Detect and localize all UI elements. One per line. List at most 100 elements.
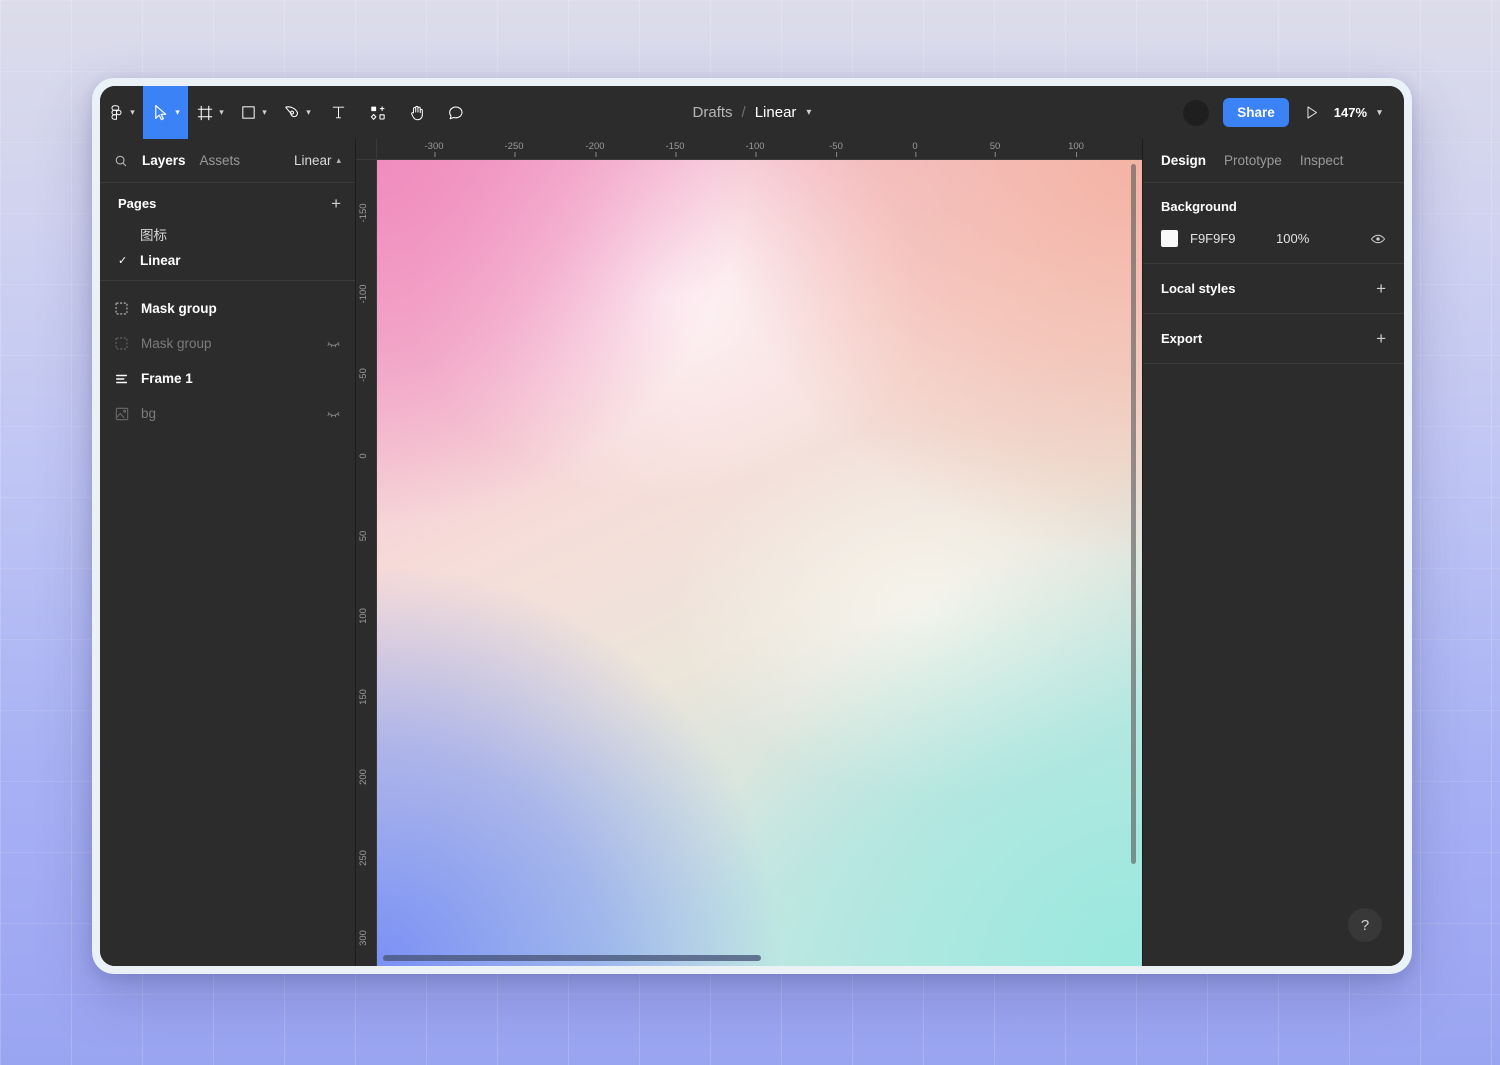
ruler-tick: 300 bbox=[356, 930, 369, 946]
canvas-row: -150 -100 -50 0 50 100 150 200 250 300 bbox=[356, 160, 1142, 966]
layer-label: Frame 1 bbox=[141, 371, 193, 386]
figma-menu-icon bbox=[108, 104, 125, 121]
left-sidebar: Layers Assets Linear ▴ Pages + bbox=[100, 139, 356, 966]
hand-tool-button[interactable] bbox=[397, 86, 436, 139]
right-panel-tabs: Design Prototype Inspect bbox=[1143, 139, 1404, 183]
background-header: Background bbox=[1161, 199, 1386, 214]
move-tool-button[interactable]: ▾ bbox=[143, 86, 188, 139]
page-selector[interactable]: Linear ▴ bbox=[294, 153, 341, 168]
page-row-linear[interactable]: ✓ Linear bbox=[100, 247, 355, 274]
figma-app-window: ▾ ▾ bbox=[100, 86, 1404, 966]
tool-group: ▾ ▾ bbox=[100, 86, 475, 139]
tab-design[interactable]: Design bbox=[1161, 153, 1206, 168]
text-tool-icon bbox=[330, 104, 347, 121]
breadcrumb-current-file[interactable]: Linear bbox=[755, 104, 797, 121]
mask-group-icon bbox=[115, 337, 137, 350]
chevron-down-icon: ▾ bbox=[214, 107, 228, 118]
gradient-artboard[interactable] bbox=[377, 160, 1142, 966]
ruler-tick: 150 bbox=[356, 689, 369, 705]
horizontal-scrollbar[interactable] bbox=[383, 955, 761, 961]
layer-row[interactable]: Mask group bbox=[100, 326, 355, 361]
toolbar-right-cluster: Share 147% ▾ bbox=[1183, 86, 1404, 139]
background-title: Background bbox=[1161, 199, 1237, 214]
chevron-down-icon: ▾ bbox=[301, 107, 315, 118]
layer-row[interactable]: bg bbox=[100, 396, 355, 431]
window-frame: ▾ ▾ bbox=[92, 78, 1412, 974]
desktop-background: ▾ ▾ bbox=[0, 0, 1500, 1065]
color-swatch[interactable] bbox=[1161, 230, 1178, 247]
background-opacity-value[interactable]: 100% bbox=[1276, 231, 1309, 246]
add-export-button[interactable]: + bbox=[1376, 330, 1386, 347]
check-icon: ✓ bbox=[118, 254, 140, 267]
chevron-down-icon[interactable]: ▾ bbox=[806, 107, 811, 118]
ruler-tick: -50 bbox=[829, 139, 843, 152]
ruler-tick: 50 bbox=[990, 139, 1001, 152]
ruler-tick: -200 bbox=[585, 139, 604, 152]
layer-row[interactable]: Mask group bbox=[100, 291, 355, 326]
local-styles-title: Local styles bbox=[1161, 281, 1235, 296]
avatar[interactable] bbox=[1183, 100, 1209, 126]
top-toolbar: ▾ ▾ bbox=[100, 86, 1404, 139]
ruler-tick: -150 bbox=[665, 139, 684, 152]
eye-open-icon[interactable] bbox=[1370, 231, 1386, 247]
layers-list: Mask group Mask group bbox=[100, 281, 355, 431]
shape-tool-button[interactable]: ▾ bbox=[232, 86, 275, 139]
page-row-icons[interactable]: 图标 bbox=[100, 220, 355, 247]
ruler-tick: 50 bbox=[356, 531, 369, 542]
frame-tool-icon bbox=[196, 104, 214, 122]
zoom-control[interactable]: 147% ▾ bbox=[1334, 105, 1386, 120]
ruler-tick: 0 bbox=[356, 453, 369, 458]
page-selector-label: Linear bbox=[294, 153, 332, 168]
pen-tool-button[interactable]: ▾ bbox=[275, 86, 319, 139]
left-panel-tabs: Layers Assets Linear ▴ bbox=[100, 139, 355, 183]
export-header: Export + bbox=[1161, 330, 1386, 347]
tab-layers[interactable]: Layers bbox=[142, 153, 186, 168]
shape-tool-icon bbox=[240, 104, 257, 121]
image-icon bbox=[115, 407, 137, 421]
components-tool-button[interactable] bbox=[358, 86, 397, 139]
background-hex-value[interactable]: F9F9F9 bbox=[1190, 231, 1276, 246]
figma-menu-button[interactable]: ▾ bbox=[100, 86, 143, 139]
eye-closed-icon[interactable] bbox=[326, 406, 341, 421]
ruler-tick: -150 bbox=[356, 203, 369, 222]
chevron-down-icon: ▾ bbox=[257, 107, 271, 118]
tab-prototype[interactable]: Prototype bbox=[1224, 153, 1282, 168]
frame-tool-button[interactable]: ▾ bbox=[188, 86, 232, 139]
present-button[interactable] bbox=[1303, 104, 1320, 121]
vertical-ruler[interactable]: -150 -100 -50 0 50 100 150 200 250 300 bbox=[356, 160, 377, 966]
comment-tool-button[interactable] bbox=[436, 86, 475, 139]
breadcrumb-separator: / bbox=[742, 104, 746, 121]
chevron-down-icon: ▾ bbox=[170, 107, 184, 118]
horizontal-ruler[interactable]: -300 -250 -200 -150 -100 -50 0 50 100 bbox=[356, 139, 1142, 160]
vertical-scrollbar[interactable] bbox=[1131, 164, 1136, 864]
canvas-viewport[interactable] bbox=[377, 160, 1142, 966]
help-button[interactable]: ? bbox=[1348, 908, 1382, 942]
text-tool-button[interactable] bbox=[319, 86, 358, 139]
comment-tool-icon bbox=[447, 104, 465, 122]
layer-label: Mask group bbox=[141, 336, 212, 351]
page-label: 图标 bbox=[140, 224, 167, 244]
pages-title: Pages bbox=[118, 196, 156, 211]
pages-section: Pages + 图标 ✓ Linear bbox=[100, 183, 355, 281]
chevron-down-icon: ▾ bbox=[1372, 107, 1386, 118]
local-styles-section: Local styles + bbox=[1143, 264, 1404, 314]
add-page-button[interactable]: + bbox=[331, 195, 341, 212]
components-tool-icon bbox=[369, 104, 387, 122]
pages-header: Pages + bbox=[100, 191, 355, 220]
breadcrumb-parent[interactable]: Drafts bbox=[693, 104, 733, 121]
add-local-style-button[interactable]: + bbox=[1376, 280, 1386, 297]
share-button[interactable]: Share bbox=[1223, 98, 1289, 127]
layer-row[interactable]: Frame 1 bbox=[100, 361, 355, 396]
ruler-tick: -250 bbox=[504, 139, 523, 152]
tab-assets[interactable]: Assets bbox=[200, 153, 241, 168]
mask-group-icon bbox=[115, 302, 137, 315]
canvas-area: -300 -250 -200 -150 -100 -50 0 50 100 -1… bbox=[356, 139, 1142, 966]
background-section: Background F9F9F9 100% bbox=[1143, 183, 1404, 264]
hand-tool-icon bbox=[408, 104, 426, 122]
search-icon[interactable] bbox=[114, 154, 128, 168]
background-fill-row: F9F9F9 100% bbox=[1161, 230, 1386, 247]
ruler-tick: 0 bbox=[912, 139, 917, 152]
eye-closed-icon[interactable] bbox=[326, 336, 341, 351]
tab-inspect[interactable]: Inspect bbox=[1300, 153, 1344, 168]
pen-tool-icon bbox=[283, 104, 301, 122]
